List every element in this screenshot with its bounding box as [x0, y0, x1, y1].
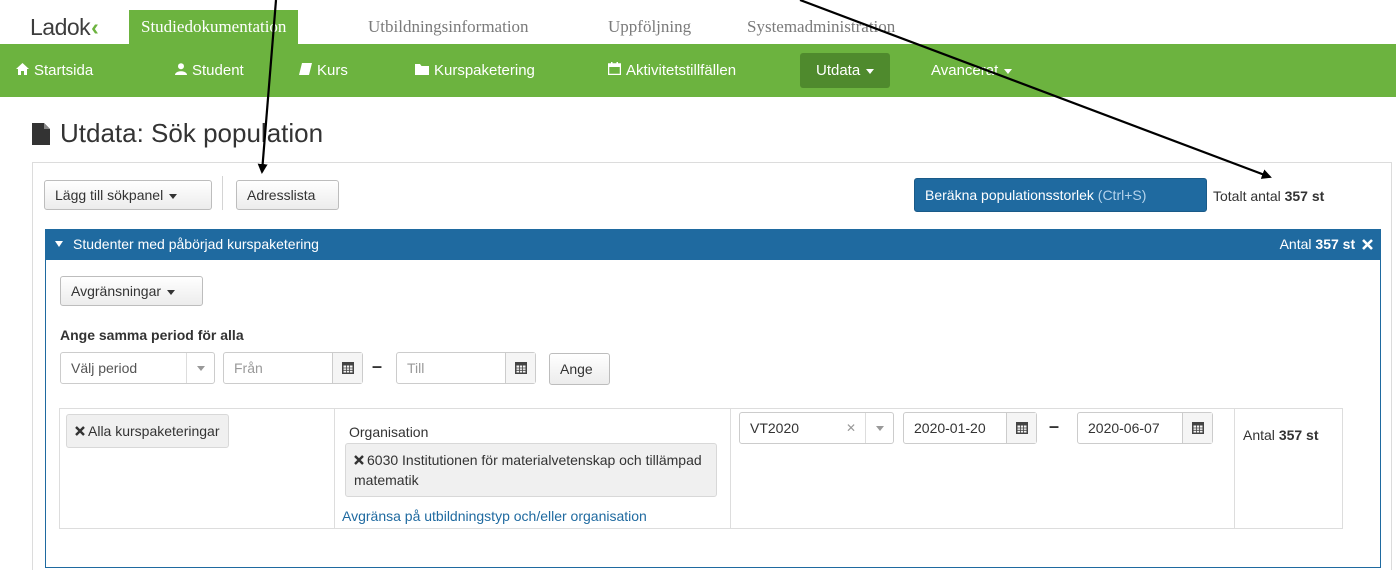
nav-item-aktivitetstillfallen[interactable]: Aktivitetstillfällen [607, 44, 736, 97]
row-to-date-input[interactable]: 2020-06-07 [1077, 412, 1213, 444]
nav-item-student[interactable]: Student [175, 44, 244, 97]
caret-down-icon [866, 68, 875, 74]
toolbar-divider [222, 176, 223, 210]
organisation-label: Organisation [349, 424, 429, 440]
user-icon [175, 44, 187, 97]
limit-education-link[interactable]: Avgränsa på utbildningstyp och/eller org… [342, 508, 647, 524]
nav-item-avancerat[interactable]: Avancerat [931, 44, 1013, 97]
row-count: Antal 357 st [1243, 427, 1319, 443]
nav-item-kurspaketering[interactable]: Kurspaketering [415, 44, 535, 97]
clear-icon[interactable]: ✕ [840, 413, 862, 443]
caret-down-icon [169, 193, 178, 199]
document-icon [32, 121, 50, 152]
home-icon [16, 44, 29, 97]
organisation-chip[interactable]: 6030 Institutionen för materialvetenskap… [345, 443, 717, 497]
table-divider [334, 408, 335, 529]
close-icon[interactable] [1362, 230, 1373, 261]
subpanel-header[interactable]: Studenter med påbörjad kurspaketering An… [45, 229, 1381, 260]
calendar-icon[interactable] [1182, 413, 1212, 443]
from-date-input[interactable]: Från [223, 352, 363, 384]
calendar-icon[interactable] [1006, 413, 1036, 443]
folder-icon [415, 44, 429, 97]
apply-period-button[interactable]: Ange [549, 353, 610, 385]
ladok-logo[interactable]: Ladok‹ [30, 14, 99, 41]
nav-item-utdata[interactable]: Utdata [800, 53, 891, 88]
nav-item-kurs[interactable]: Kurs [299, 44, 348, 97]
table-divider [730, 408, 731, 529]
same-period-label: Ange samma period för alla [60, 327, 244, 343]
calendar-icon [607, 44, 622, 97]
main-tab-studiedokumentation[interactable]: Studiedokumentation [129, 10, 299, 44]
caret-down-icon [167, 289, 176, 295]
calendar-icon[interactable] [332, 353, 362, 383]
main-nav: Startsida Student Kurs Kurspaketering Ak… [0, 44, 1396, 97]
total-count: Totalt antal 357 st [1213, 188, 1325, 204]
nav-item-startsida[interactable]: Startsida [16, 44, 93, 97]
restrictions-button[interactable]: Avgränsningar [60, 276, 203, 306]
row-from-date-input[interactable]: 2020-01-20 [903, 412, 1037, 444]
collapse-icon[interactable] [55, 241, 63, 247]
period-select[interactable]: Välj period [60, 352, 215, 384]
chevron-down-icon [186, 353, 214, 383]
row-period-select[interactable]: VT2020 ✕ [739, 412, 894, 444]
all-packages-chip[interactable]: Alla kurspaketeringar [66, 414, 229, 448]
to-date-input[interactable]: Till [396, 352, 536, 384]
chevron-down-icon [865, 413, 893, 443]
main-tab-utbildningsinformation[interactable]: Utbildningsinformation [368, 10, 529, 44]
table-divider [1234, 408, 1235, 529]
caret-down-icon [1004, 68, 1013, 74]
range-separator: – [1049, 416, 1060, 436]
remove-icon[interactable] [75, 421, 85, 441]
top-brand-bar: Ladok‹ Studiedokumentation Utbildningsin… [0, 0, 1396, 44]
main-tab-uppfoljning[interactable]: Uppföljning [608, 10, 691, 44]
calculate-population-button[interactable]: Beräkna populationsstorlek (Ctrl+S) [914, 178, 1207, 212]
range-separator: – [372, 356, 383, 376]
remove-icon[interactable] [354, 450, 364, 470]
address-list-button[interactable]: Adresslista [236, 180, 339, 210]
main-tab-systemadministration[interactable]: Systemadministration [747, 10, 895, 44]
add-search-panel-button[interactable]: Lägg till sökpanel [44, 180, 212, 210]
page-title: Utdata: Sök population [32, 118, 323, 152]
book-icon [299, 44, 312, 97]
calendar-icon[interactable] [505, 353, 535, 383]
